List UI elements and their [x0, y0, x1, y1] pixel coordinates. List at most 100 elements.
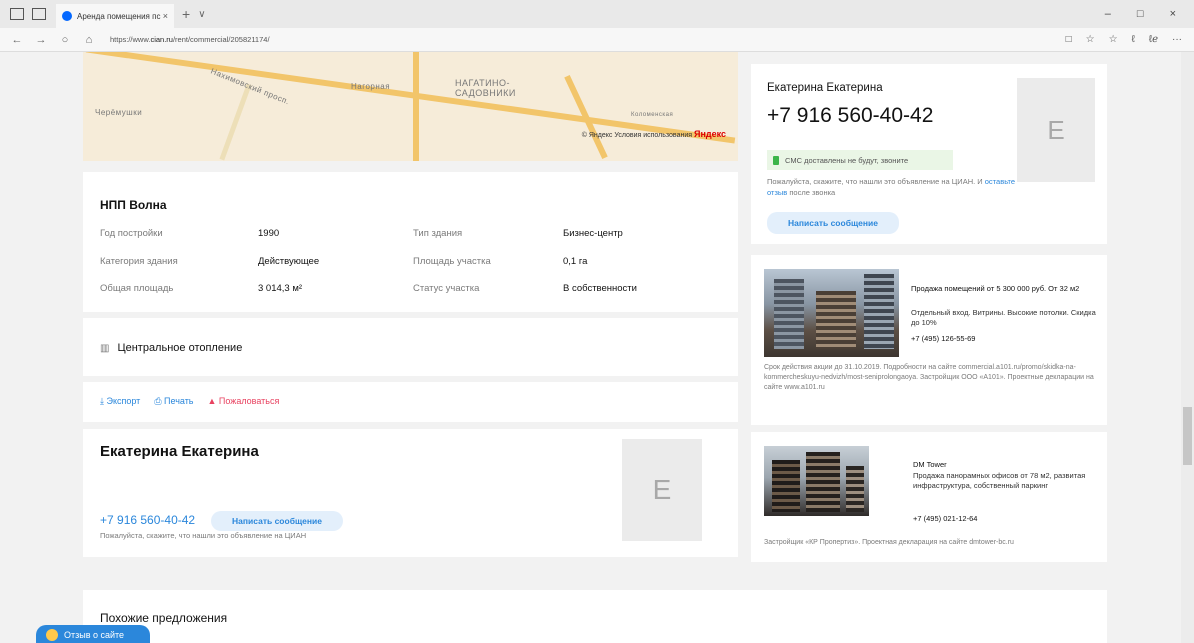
tabs-aside-icon[interactable] [32, 8, 46, 20]
minimize-icon[interactable]: – [1105, 8, 1111, 20]
building-field-value: 1990 [258, 228, 280, 239]
building-info-card: НПП Волна Год постройки 1990 Тип здания … [83, 172, 738, 312]
agent-name: Екатерина Екатерина [100, 443, 259, 460]
agent-note: Пожалуйста, скажите, что нашли это объяв… [100, 531, 307, 540]
export-link[interactable]: ⤓ Экспорт [100, 396, 140, 407]
contact-message-button[interactable]: Написать сообщение [767, 212, 899, 234]
site-feedback-button[interactable]: Отзыв о сайте [36, 625, 150, 643]
ad-text: Отдельный вход. Витрины. Высокие потолки… [911, 308, 1096, 327]
amenities-card: ▥ Центральное отопление [83, 318, 738, 376]
scrollbar-thumb[interactable] [1183, 407, 1192, 465]
building-field-label: Площадь участка [413, 256, 491, 267]
contact-phone[interactable]: +7 916 560-40-42 [767, 104, 933, 128]
page-scrollbar[interactable] [1181, 52, 1194, 643]
complain-link[interactable]: ▲ Пожаловаться [208, 396, 280, 407]
notes-icon[interactable]: ℓ [1132, 34, 1135, 45]
forward-icon[interactable]: → [34, 34, 48, 46]
refresh-icon[interactable]: ○ [58, 34, 72, 46]
ad-title: DM Tower [913, 460, 947, 469]
contact-note: Пожалуйста, скажите, что нашли это объяв… [767, 176, 1017, 198]
print-icon: ⎙ [154, 396, 165, 406]
ad-image[interactable] [764, 269, 899, 357]
map-label: Черёмушки [95, 108, 143, 117]
building-field-label: Тип здания [413, 228, 463, 239]
ad-card-dm-tower[interactable]: DM Tower Продажа панорамных офисов от 78… [751, 432, 1107, 562]
agent-avatar: E [622, 439, 702, 541]
contact-note-tail: после звонка [787, 188, 836, 197]
tab-list-chevron-icon[interactable]: ∨ [198, 9, 205, 20]
contact-note-text: Пожалуйста, скажите, что нашли это объяв… [767, 177, 985, 186]
map-label: НАГАТИНО- САДОВНИКИ [455, 78, 516, 98]
toolbar-icons: □ ☆ ☆ ℓ ℓℯ ··· [1066, 34, 1194, 45]
print-link[interactable]: ⎙ Печать [154, 396, 193, 407]
url-prefix: https://www. [110, 35, 151, 44]
reading-view-icon[interactable]: □ [1066, 34, 1072, 45]
building-graphic [774, 279, 804, 349]
phone-icon [773, 155, 779, 165]
tab-actions-icon[interactable] [10, 8, 24, 20]
ad-text: Продажа панорамных офисов от 78 м2, разв… [913, 471, 1086, 490]
maximize-icon[interactable]: □ [1137, 8, 1144, 20]
ad-footer: Срок действия акции до 31.10.2019. Подро… [764, 364, 1094, 391]
agent-phone[interactable]: +7 916 560-40-42 [100, 513, 195, 527]
ad-title: Продажа помещений от 5 300 000 руб. От 3… [911, 284, 1080, 293]
building-field-label: Статус участка [413, 283, 480, 294]
print-label: Печать [164, 396, 194, 406]
home-icon[interactable]: ⌂ [82, 34, 96, 46]
back-icon[interactable]: ← [10, 34, 24, 46]
url-path: /rent/commercial/205821174/ [172, 35, 270, 44]
write-message-button[interactable]: Написать сообщение [211, 511, 343, 531]
map-road [413, 52, 419, 161]
ad-card-a101[interactable]: Продажа помещений от 5 300 000 руб. От 3… [751, 255, 1107, 425]
export-label: Экспорт [106, 396, 141, 406]
building-field-label: Год постройки [100, 228, 163, 239]
building-field-value: В собственности [563, 283, 637, 294]
actions-card: ⤓ Экспорт ⎙ Печать ▲ Пожаловаться [83, 382, 738, 422]
heating-label: Центральное отопление [117, 342, 243, 354]
agent-card: Екатерина Екатерина +7 916 560-40-42 Нап… [83, 429, 738, 557]
building-title: НПП Волна [100, 198, 167, 212]
browser-tab[interactable]: Аренда помещения пс × [56, 4, 174, 28]
ad-phone[interactable]: +7 (495) 021-12-64 [913, 514, 977, 524]
contact-name: Екатерина Екатерина [767, 82, 883, 94]
building-graphic [864, 274, 894, 349]
contact-avatar: E [1017, 78, 1095, 182]
url-host: cian.ru [150, 35, 173, 44]
ad-phone[interactable]: +7 (495) 126-55-69 [911, 334, 975, 344]
heating-item: ▥ Центральное отопление [100, 342, 242, 354]
ad-footer: Застройщик «КР Пропертиз». Проектная дек… [764, 539, 1014, 546]
new-tab-icon[interactable]: + [182, 6, 190, 22]
close-window-icon[interactable]: × [1170, 8, 1176, 20]
map-road [219, 83, 252, 161]
building-field-value: Бизнес-центр [563, 228, 623, 239]
contact-card: Екатерина Екатерина +7 916 560-40-42 СМС… [751, 64, 1107, 244]
tab-close-icon[interactable]: × [163, 11, 168, 21]
cian-favicon-icon [62, 11, 72, 21]
map-copyright-text[interactable]: © Яндекс Условия использования [582, 132, 692, 139]
map[interactable]: Нагорная Нахимовский просп. НАГАТИНО- СА… [83, 52, 738, 161]
similar-card [83, 590, 1107, 643]
building-graphic [846, 466, 864, 512]
favorite-star-icon[interactable]: ☆ [1086, 34, 1095, 45]
building-graphic [806, 452, 840, 512]
url-field[interactable]: https://www.cian.ru/rent/commercial/2058… [110, 35, 270, 44]
browser-tab-bar: Аренда помещения пс × + ∨ – □ × [0, 0, 1194, 28]
share-icon[interactable]: ℓℯ [1149, 34, 1158, 45]
address-bar: ← → ○ ⌂ https://www.cian.ru/rent/commerc… [0, 28, 1194, 52]
building-field-value: 0,1 га [563, 256, 588, 267]
more-icon[interactable]: ··· [1172, 34, 1182, 45]
map-label: Нагорная [351, 82, 391, 91]
smiley-icon [46, 629, 58, 641]
similar-title: Похожие предложения [100, 611, 228, 625]
building-field-label: Категория здания [100, 256, 178, 267]
building-graphic [772, 460, 800, 512]
complain-label: Пожаловаться [218, 396, 280, 406]
building-field-value: 3 014,3 м² [258, 283, 303, 294]
radiator-icon: ▥ [100, 342, 110, 354]
window-controls: – □ × [1105, 8, 1194, 20]
favorites-list-icon[interactable]: ☆ [1109, 34, 1118, 45]
site-feedback-label: Отзыв о сайте [64, 630, 125, 640]
tab-title: Аренда помещения пс [77, 11, 161, 21]
actions-row: ⤓ Экспорт ⎙ Печать ▲ Пожаловаться [100, 396, 279, 407]
ad-image[interactable] [764, 446, 869, 516]
